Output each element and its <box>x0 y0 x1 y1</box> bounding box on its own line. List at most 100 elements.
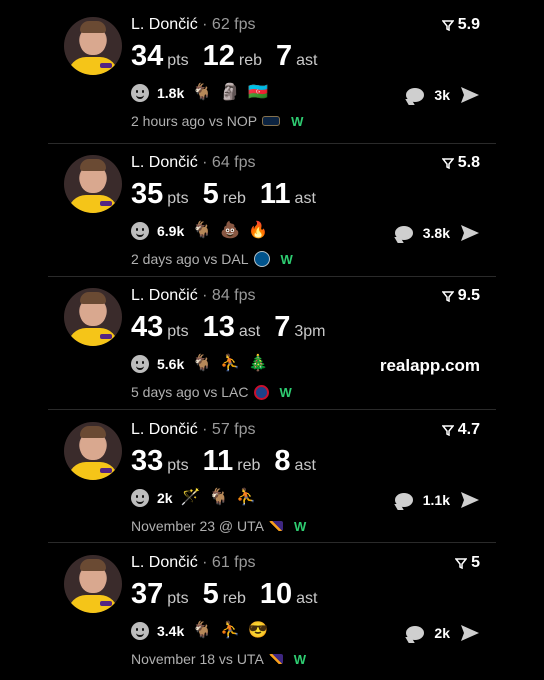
comment-icon[interactable] <box>406 626 425 640</box>
poop-icon[interactable]: 💩 <box>220 222 240 240</box>
result-badge: W <box>291 113 304 129</box>
stat-unit: pts <box>167 323 189 340</box>
player-icon[interactable]: ⛹ <box>220 622 240 640</box>
game-meta: November 18 vs UTA W <box>131 651 306 667</box>
result-badge: W <box>294 518 307 534</box>
share-button[interactable] <box>460 491 480 509</box>
stat-value: 7 <box>274 311 291 343</box>
stat-value: 33 <box>131 445 164 477</box>
rating-score: 5 <box>455 554 480 572</box>
promo-link[interactable]: realapp.com <box>380 356 480 376</box>
sunglasses-face-icon[interactable]: 😎 <box>248 622 268 640</box>
game-post[interactable]: L. Dončić · 84 fps 9.5 43 pts 13 ast 7 3pm … <box>48 277 496 409</box>
avatar[interactable] <box>64 288 122 346</box>
stat-line: 35 pts 5 reb 11 ast <box>131 178 330 211</box>
stat-value: 34 <box>131 40 164 72</box>
divider <box>48 542 496 543</box>
rating-score: 5.9 <box>441 16 480 34</box>
fps-label: · 62 fps <box>202 16 256 33</box>
game-post[interactable]: L. Dončić · 57 fps 4.7 33 pts 11 reb 8 ast … <box>48 411 496 543</box>
stat-unit: ast <box>296 590 318 607</box>
player-name[interactable]: L. Dončić <box>131 16 198 33</box>
goat-icon[interactable]: 🐐 <box>209 489 229 507</box>
smile-reaction-icon[interactable] <box>131 222 149 240</box>
reactions-bar: 5.6k 🐐 ⛹ 🎄 <box>131 355 268 373</box>
goat-icon[interactable]: 🐐 <box>192 84 212 102</box>
smile-reaction-icon[interactable] <box>131 355 149 373</box>
stat-unit: pts <box>167 190 189 207</box>
stat-unit: reb <box>237 457 261 474</box>
result-badge: W <box>293 651 307 667</box>
player-name[interactable]: L. Dončić <box>131 287 198 304</box>
comment-count[interactable]: 3k <box>434 87 450 103</box>
fire-icon[interactable]: 🔥 <box>248 222 268 240</box>
share-button[interactable] <box>460 86 480 104</box>
goat-icon[interactable]: 🐐 <box>192 622 212 640</box>
stat-unit: ast <box>238 323 261 340</box>
game-time: 2 hours ago vs NOP <box>131 113 258 129</box>
stat-unit: ast <box>294 190 316 207</box>
result-badge: W <box>280 251 293 267</box>
comment-icon[interactable] <box>406 88 425 102</box>
stat-unit: pts <box>167 52 189 69</box>
player-name[interactable]: L. Dončić <box>131 154 198 171</box>
divider <box>48 409 496 410</box>
comment-icon[interactable] <box>394 226 413 240</box>
player-name[interactable]: L. Dončić <box>131 421 198 438</box>
stat-unit: pts <box>167 590 189 607</box>
game-post[interactable]: L. Dončić · 64 fps 5.8 35 pts 5 reb 11 ast … <box>48 144 496 276</box>
rating-score: 5.8 <box>441 154 480 172</box>
mavericks-logo-icon <box>253 251 270 267</box>
smile-reaction-icon[interactable] <box>131 84 149 102</box>
stat-line: 34 pts 12 reb 7 ast <box>131 40 331 73</box>
game-meta: 2 hours ago vs NOP W <box>131 113 303 129</box>
statue-icon[interactable]: 🗿 <box>220 84 240 102</box>
azerbaijan-flag-icon[interactable]: 🇦🇿 <box>248 84 268 102</box>
post-header: L. Dončić · 62 fps <box>131 16 256 34</box>
stat-line: 43 pts 13 ast 7 3pm <box>131 311 339 344</box>
stat-unit: reb <box>222 590 246 607</box>
stat-value: 12 <box>202 40 235 72</box>
comment-count[interactable]: 1.1k <box>423 492 450 508</box>
christmas-tree-icon[interactable]: 🎄 <box>248 355 268 373</box>
rating-score: 4.7 <box>441 421 480 439</box>
game-post[interactable]: L. Dončić · 62 fps 5.9 34 pts 12 reb 7 ast … <box>48 6 496 138</box>
player-name[interactable]: L. Dončić <box>131 554 198 571</box>
avatar[interactable] <box>64 155 122 213</box>
reactions-bar: 2k 🪄 🐐 ⛹ <box>131 489 256 507</box>
reactions-bar: 3.4k 🐐 ⛹ 😎 <box>131 622 268 640</box>
goat-icon[interactable]: 🐐 <box>192 355 212 373</box>
post-header: L. Dončić · 64 fps <box>131 154 256 172</box>
post-header: L. Dončić · 61 fps <box>131 554 256 572</box>
player-icon[interactable]: ⛹ <box>236 489 256 507</box>
reaction-count: 6.9k <box>157 223 185 239</box>
stat-unit: reb <box>238 52 262 69</box>
game-time: November 18 vs UTA <box>131 651 264 667</box>
game-post[interactable]: L. Dončić · 61 fps 5 37 pts 5 reb 10 ast 3.… <box>48 544 496 676</box>
avatar[interactable] <box>64 17 122 75</box>
send-icon <box>461 492 479 508</box>
share-button[interactable] <box>460 624 480 642</box>
rating-score: 9.5 <box>441 287 480 305</box>
filter-icon <box>441 291 454 302</box>
smile-reaction-icon[interactable] <box>131 489 149 507</box>
clippers-logo-icon <box>253 384 269 400</box>
share-button[interactable] <box>460 224 480 242</box>
comment-count[interactable]: 3.8k <box>423 225 450 241</box>
player-icon[interactable]: ⛹ <box>220 355 240 373</box>
magic-wand-icon[interactable]: 🪄 <box>181 489 201 507</box>
game-time: 5 days ago vs LAC <box>131 384 249 400</box>
stat-value: 8 <box>274 445 291 477</box>
avatar[interactable] <box>64 555 122 613</box>
post-actions: 3.8k <box>394 224 480 242</box>
comment-icon[interactable] <box>394 493 413 507</box>
smile-reaction-icon[interactable] <box>131 622 149 640</box>
stat-unit: 3pm <box>294 323 326 340</box>
stat-value: 35 <box>131 178 164 210</box>
avatar[interactable] <box>64 422 122 480</box>
stat-value: 37 <box>131 578 164 610</box>
comment-count[interactable]: 2k <box>434 625 450 641</box>
game-meta: 2 days ago vs DAL W <box>131 251 293 267</box>
stat-unit: pts <box>167 457 189 474</box>
goat-icon[interactable]: 🐐 <box>192 222 212 240</box>
